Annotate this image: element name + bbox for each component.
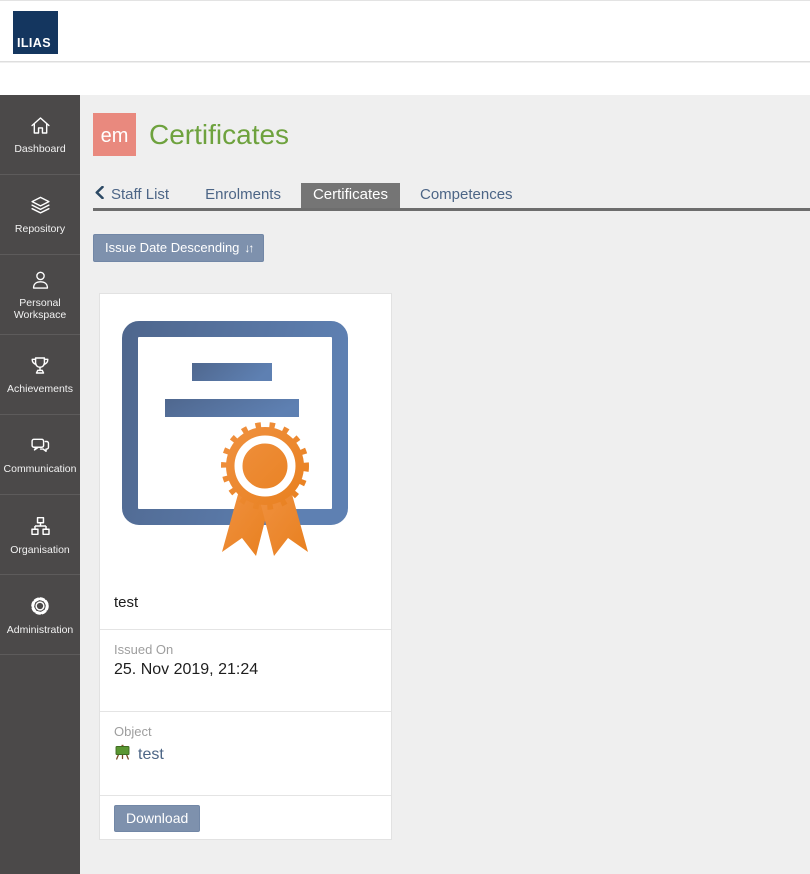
sidebar-item-label: Communication: [2, 463, 79, 475]
download-section: Download: [100, 795, 391, 839]
sidebar-item-label: Achievements: [5, 383, 75, 395]
tab-certificates[interactable]: Certificates: [301, 183, 400, 208]
sidebar-item-organisation[interactable]: Organisation: [0, 495, 80, 575]
sidebar-item-repository[interactable]: Repository: [0, 175, 80, 255]
download-button[interactable]: Download: [114, 805, 200, 832]
sidebar-item-administration[interactable]: Administration: [0, 575, 80, 655]
top-bar: ILIAS: [0, 0, 810, 62]
main-sidebar: Dashboard Repository Personal Workspace: [0, 95, 80, 874]
tab-competences[interactable]: Competences: [408, 183, 525, 208]
orgchart-icon: [27, 514, 54, 538]
tab-bar: Staff List Enrolments Certificates Compe…: [93, 183, 810, 211]
sort-arrows-icon: ↓↑: [244, 241, 252, 255]
issued-on-value: 25. Nov 2019, 21:24: [114, 661, 377, 679]
course-icon: [114, 744, 131, 765]
object-link[interactable]: test: [138, 746, 164, 764]
ilias-logo-text: ILIAS: [17, 36, 51, 50]
secondary-bar: [0, 63, 810, 95]
back-link-label: Staff List: [111, 186, 169, 203]
tab-enrolments[interactable]: Enrolments: [193, 183, 293, 208]
gear-icon: [27, 594, 53, 618]
certificate-title: test: [100, 592, 391, 629]
ilias-logo[interactable]: ILIAS: [13, 11, 58, 54]
toolbar: Issue Date Descending ↓↑: [93, 234, 810, 262]
sidebar-item-label: Dashboard: [12, 143, 67, 155]
sidebar-item-label: Repository: [13, 223, 67, 235]
chevron-left-icon: [95, 186, 104, 203]
sort-button-label: Issue Date Descending: [105, 240, 239, 255]
sidebar-item-communication[interactable]: Communication: [0, 415, 80, 495]
sidebar-item-dashboard[interactable]: Dashboard: [0, 95, 80, 175]
certificate-icon: [118, 319, 374, 568]
trophy-icon: [27, 354, 53, 377]
sidebar-item-label: Personal Workspace: [0, 297, 80, 321]
sort-button[interactable]: Issue Date Descending ↓↑: [93, 234, 264, 262]
object-label: Object: [114, 724, 377, 739]
sidebar-item-label: Administration: [5, 624, 76, 636]
main-content: em Certificates Staff List Enrolments Ce…: [80, 95, 810, 874]
certificate-thumbnail: [100, 294, 391, 592]
certificate-card: test Issued On 25. Nov 2019, 21:24 Objec…: [99, 293, 392, 840]
user-icon: [28, 269, 53, 291]
issued-on-section: Issued On 25. Nov 2019, 21:24: [100, 629, 391, 711]
issued-on-label: Issued On: [114, 642, 377, 657]
avatar: em: [93, 113, 136, 156]
avatar-initials: em: [101, 125, 129, 148]
object-section: Object test: [100, 711, 391, 795]
home-icon: [27, 114, 54, 137]
sidebar-item-achievements[interactable]: Achievements: [0, 335, 80, 415]
chat-icon: [27, 434, 54, 457]
page-title: Certificates: [149, 119, 289, 151]
sidebar-item-personal-workspace[interactable]: Personal Workspace: [0, 255, 80, 335]
page-header: em Certificates: [93, 113, 810, 156]
back-link-staff-list[interactable]: Staff List: [93, 183, 171, 208]
sidebar-item-label: Organisation: [8, 544, 72, 556]
layers-icon: [27, 194, 54, 217]
